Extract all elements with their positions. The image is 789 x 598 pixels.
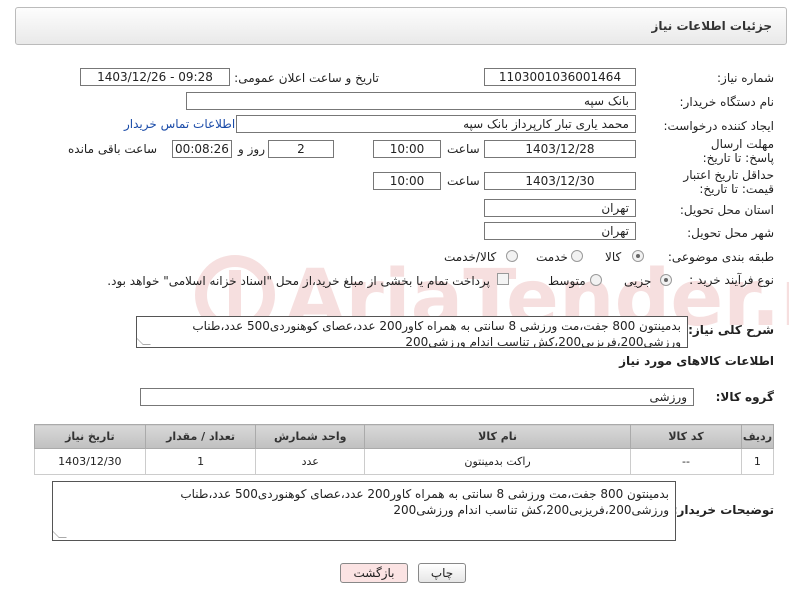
resize-grip-icon[interactable] <box>53 530 67 538</box>
process-label: نوع فرآیند خرید : <box>689 273 774 287</box>
description-label: شرح کلی نیاز: <box>688 323 774 337</box>
category-goods-label: کالا <box>605 250 622 264</box>
header-panel: جزئیات اطلاعات نیاز <box>15 7 787 45</box>
buyer-notes-label: توضیحات خریدار: <box>672 503 774 517</box>
col-qty-header: تعداد / مقدار <box>144 424 257 449</box>
process-minor-radio[interactable] <box>660 274 672 286</box>
category-service-radio[interactable] <box>571 250 583 262</box>
buyer-contact-link[interactable]: اطلاعات تماس خریدار <box>124 117 235 131</box>
table-row: 1 -- راکت بدمینتون عدد 1 1403/12/30 <box>34 448 775 475</box>
days-label: روز و <box>238 142 265 156</box>
category-goods-radio[interactable] <box>632 250 644 262</box>
back-button[interactable]: بازگشت <box>340 563 408 583</box>
print-button[interactable]: چاپ <box>418 563 466 583</box>
deadline-time-field: 10:00 <box>373 140 441 158</box>
description-textarea[interactable]: بدمینتون 800 جفت،مت ورزشی 8 سانتی به همر… <box>136 316 688 348</box>
buyer-notes-textarea[interactable]: بدمینتون 800 جفت،مت ورزشی 8 سانتی به همر… <box>52 481 676 541</box>
table-header-row: ردیف کد کالا نام کالا واحد شمارش تعداد /… <box>34 424 775 449</box>
treasury-payment-note: پرداخت تمام یا بخشی از مبلغ خرید،از محل … <box>107 274 490 288</box>
days-remaining-field: 2 <box>268 140 334 158</box>
goods-group-label: گروه کالا: <box>715 390 774 404</box>
validity-label: حداقل تاریخ اعتبار قیمت: تا تاریخ: <box>683 168 774 196</box>
announce-datetime-field: 1403/12/26 - 09:28 <box>80 68 230 86</box>
city-field: تهران <box>484 222 636 240</box>
category-service-label: خدمت <box>536 250 568 264</box>
buyer-org-label: نام دستگاه خریدار: <box>679 95 775 109</box>
city-label: شهر محل تحویل: <box>687 226 774 240</box>
col-unit-header: واحد شمارش <box>255 424 366 449</box>
cell-qty: 1 <box>144 448 257 475</box>
buyer-org-field: بانک سپه <box>186 92 636 110</box>
deadline-label: مهلت ارسال پاسخ: تا تاریخ: <box>702 137 774 165</box>
creator-field: محمد یاری تبار کارپرداز بانک سپه <box>236 115 636 133</box>
buyer-notes-text: بدمینتون 800 جفت،مت ورزشی 8 سانتی به همر… <box>180 487 669 517</box>
goods-section-title: اطلاعات کالاهای مورد نیاز <box>619 354 774 368</box>
description-text: بدمینتون 800 جفت،مت ورزشی 8 سانتی به همر… <box>192 319 681 348</box>
cell-unit: عدد <box>255 448 366 475</box>
need-number-field: 1103001036001464 <box>484 68 636 86</box>
col-row-header: ردیف <box>740 424 775 449</box>
category-both-label: کالا/خدمت <box>444 250 497 264</box>
col-date-header: تاریخ نیاز <box>34 424 146 449</box>
col-code-header: کد کالا <box>630 424 742 449</box>
province-label: استان محل تحویل: <box>679 203 774 217</box>
process-medium-radio[interactable] <box>590 274 602 286</box>
process-medium-label: متوسط <box>548 274 586 288</box>
goods-table: ردیف کد کالا نام کالا واحد شمارش تعداد /… <box>34 424 775 475</box>
deadline-date-field: 1403/12/28 <box>484 140 636 158</box>
time-remaining-label: ساعت باقی مانده <box>68 142 158 156</box>
category-both-radio[interactable] <box>506 250 518 262</box>
cell-code: -- <box>630 448 742 475</box>
category-label: طبقه بندی موضوعی: <box>667 250 774 264</box>
cell-date: 1403/12/30 <box>34 448 146 475</box>
col-name-header: نام کالا <box>364 424 632 449</box>
cell-row: 1 <box>740 448 775 475</box>
process-minor-label: جزیی <box>624 274 652 288</box>
creator-label: ایجاد کننده درخواست: <box>663 119 774 133</box>
validity-date-field: 1403/12/30 <box>484 172 636 190</box>
validity-time-label: ساعت <box>447 174 480 188</box>
treasury-payment-checkbox[interactable] <box>497 273 509 285</box>
resize-grip-icon[interactable] <box>137 337 151 345</box>
time-remaining-field: 00:08:26 <box>172 140 232 158</box>
goods-group-field: ورزشی <box>140 388 694 406</box>
deadline-time-label: ساعت <box>447 142 480 156</box>
need-number-label: شماره نیاز: <box>717 71 774 85</box>
province-field: تهران <box>484 199 636 217</box>
cell-name: راکت بدمینتون <box>364 448 632 475</box>
announce-label: تاریخ و ساعت اعلان عمومی: <box>234 71 379 85</box>
page-title: جزئیات اطلاعات نیاز <box>651 19 772 33</box>
validity-time-field: 10:00 <box>373 172 441 190</box>
